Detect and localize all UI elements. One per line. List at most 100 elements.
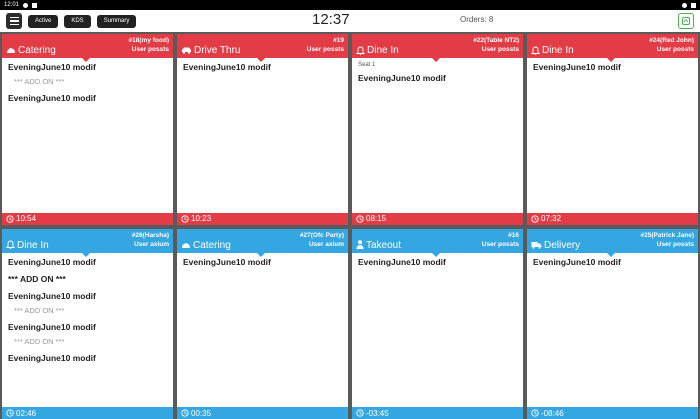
order-body[interactable]: EveningJune10 modif (177, 58, 348, 213)
order-header[interactable]: Catering #27(Ofc Party) User axium (177, 228, 348, 257)
server-name: User possts (481, 240, 519, 248)
order-item[interactable]: EveningJune10 modif (8, 62, 167, 72)
order-timer: 00:35 (177, 407, 348, 419)
header-notch (432, 58, 440, 62)
order-type-label: Delivery (544, 239, 581, 251)
order-item[interactable]: EveningJune10 modif (8, 291, 167, 301)
order-header[interactable]: Dine In #22(Table NT2) User possts (352, 34, 523, 62)
order-type-label: Dine In (542, 45, 574, 56)
order-type: Delivery (531, 240, 580, 251)
order-header[interactable]: Drive Thru #19 User possts (177, 34, 348, 62)
ticket-number: #24(Red John) (649, 37, 694, 44)
order-timer: 10:54 (2, 212, 173, 225)
order-header[interactable]: Dine In #26(Harsha) User axium (2, 228, 173, 257)
header-notch (257, 58, 265, 62)
timer-value: 07:32 (541, 214, 562, 223)
order-item[interactable]: EveningJune10 modif (8, 322, 167, 332)
header-notch (82, 252, 90, 257)
clock-icon (531, 409, 539, 418)
bell-icon (356, 45, 365, 56)
order-header[interactable]: Dine In #24(Red John) User possts (527, 34, 698, 62)
order-item[interactable]: EveningJune10 modif (8, 257, 167, 267)
timer-value: 10:23 (191, 214, 212, 223)
status-time: 12:01 (4, 2, 20, 8)
app-toolbar: Active KDS Summary 12:37 Orders: 8 (0, 10, 700, 32)
clock-icon (356, 409, 364, 418)
ticket-number: #19 (333, 37, 344, 44)
order-timer: 02:46 (2, 407, 173, 419)
order-card[interactable]: Delivery #25(Patrick Jane) User possts E… (527, 228, 698, 419)
timer-value: -08:46 (541, 408, 564, 418)
order-header[interactable]: Delivery #25(Patrick Jane) User possts (527, 228, 698, 257)
order-body[interactable]: EveningJune10 modif *** ADD ON *** Evening… (2, 58, 173, 213)
server-name: User possts (481, 46, 519, 53)
order-card[interactable]: Catering #18(my food) User possts Evenin… (2, 34, 173, 225)
active-button[interactable]: Active (28, 14, 59, 28)
order-card[interactable]: Drive Thru #19 User possts EveningJune10… (177, 34, 348, 225)
timer-value: -03:45 (366, 408, 389, 418)
bell-icon (531, 45, 540, 56)
order-card[interactable]: Dine In #26(Harsha) User axium EveningJu… (2, 228, 173, 419)
seat-label: Seat 1 (358, 62, 376, 68)
order-item[interactable]: EveningJune10 modif (533, 62, 692, 72)
order-card[interactable]: Dine In #22(Table NT2) User possts Seat … (352, 34, 523, 225)
order-item[interactable]: EveningJune10 modif (533, 257, 692, 267)
order-item[interactable]: *** ADD ON *** (8, 274, 167, 284)
order-item[interactable]: EveningJune10 modif (358, 257, 517, 267)
order-body[interactable]: Seat 1 EveningJune10 modif (352, 58, 523, 213)
truck-icon (531, 240, 542, 251)
clock-icon (181, 214, 189, 223)
order-item[interactable]: EveningJune10 modif (183, 62, 342, 72)
server-name: User possts (306, 46, 344, 53)
order-type: Takeout (356, 240, 401, 251)
ticket-number: #27(Ofc Party) (299, 231, 344, 239)
order-item[interactable]: EveningJune10 modif (8, 353, 167, 363)
order-type-label: Dine In (17, 239, 49, 251)
order-item[interactable]: EveningJune10 modif (183, 257, 342, 267)
server-name: User axium (133, 240, 169, 248)
order-type-label: Takeout (366, 239, 402, 251)
order-type: Dine In (6, 240, 49, 251)
clock-icon (181, 409, 189, 418)
menu-button[interactable] (6, 13, 22, 29)
order-card[interactable]: Catering #27(Ofc Party) User axium Eveni… (177, 228, 348, 419)
order-item[interactable]: EveningJune10 modif (8, 93, 167, 103)
ticket-number: #22(Table NT2) (473, 37, 519, 44)
order-card[interactable]: Takeout #16 User possts EveningJune10 mo… (352, 228, 523, 419)
order-item[interactable]: EveningJune10 modif (358, 73, 517, 83)
order-body[interactable]: EveningJune10 modif (527, 58, 698, 213)
bell-icon (6, 240, 15, 251)
order-timer: -08:46 (527, 407, 698, 419)
order-timer: -03:45 (352, 407, 523, 419)
order-body[interactable]: EveningJune10 modif (352, 253, 523, 408)
kds-button[interactable]: KDS (64, 14, 91, 28)
clock-icon (6, 214, 14, 223)
header-notch (432, 252, 440, 257)
addon-line: *** ADD ON *** (14, 336, 65, 346)
header-notch (257, 252, 265, 257)
order-body[interactable]: EveningJune10 modif (527, 253, 698, 408)
ticket-number: #25(Patrick Jane) (640, 231, 694, 239)
order-header[interactable]: Catering #18(my food) User possts (2, 34, 173, 62)
header-notch (607, 58, 615, 62)
ticket-number: #26(Harsha) (131, 231, 169, 239)
summary-button[interactable]: Summary (96, 14, 137, 28)
clock-icon (531, 214, 539, 223)
order-body[interactable]: EveningJune10 modif (177, 253, 348, 408)
order-header[interactable]: Takeout #16 User possts (352, 228, 523, 257)
ticket-number: #16 (508, 231, 519, 239)
clock: 12:37 (312, 11, 350, 28)
order-timer: 07:32 (527, 212, 698, 225)
order-card[interactable]: Dine In #24(Red John) User possts Evenin… (527, 34, 698, 225)
orders-count: Orders: 8 (460, 15, 494, 24)
server-name: User possts (656, 46, 694, 53)
order-type-label: Dine In (367, 45, 399, 56)
menu-icon (9, 16, 19, 19)
battery-icon (691, 2, 696, 8)
order-body[interactable]: EveningJune10 modif *** ADD ON *** Evening… (2, 253, 173, 408)
order-timer: 08:15 (352, 212, 523, 225)
order-type: Drive Thru (181, 45, 241, 56)
order-type-label: Drive Thru (194, 45, 241, 56)
refresh-icon (682, 17, 690, 25)
refresh-button[interactable] (678, 13, 694, 29)
